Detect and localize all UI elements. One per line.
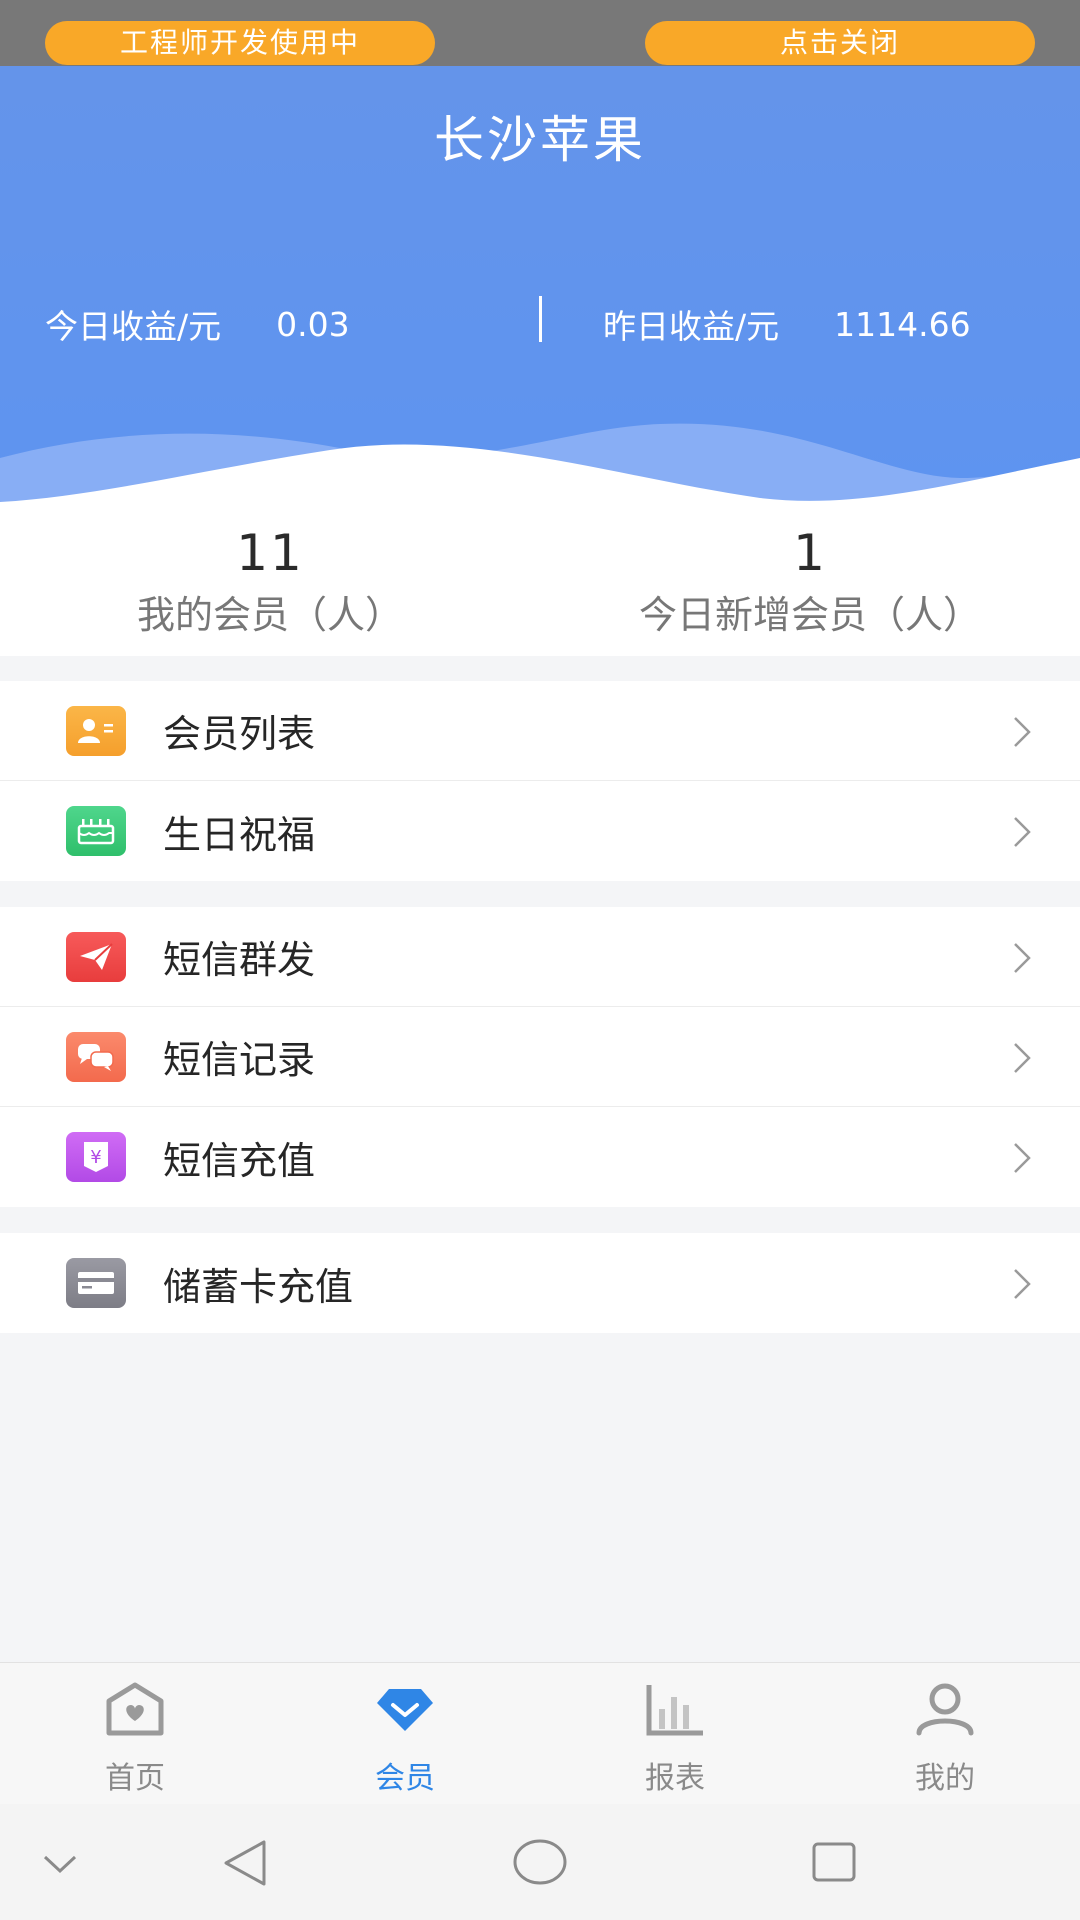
chevron-right-icon <box>1014 1043 1031 1073</box>
menu-item-label: 短信记录 <box>163 1038 316 1082</box>
chevron-right-icon <box>1014 943 1031 973</box>
dev-close-button[interactable]: 点击关闭 <box>645 21 1035 65</box>
menu-item-member-list[interactable]: 会员列表 <box>0 681 1080 781</box>
tab-members[interactable]: 会员 <box>270 1663 540 1805</box>
earnings-divider <box>539 296 542 342</box>
tab-reports[interactable]: 报表 <box>540 1663 810 1805</box>
cake-icon <box>66 806 126 856</box>
menu-group-members: 会员列表 生日祝福 <box>0 681 1080 881</box>
bar-chart-icon <box>646 1685 703 1736</box>
yuan-symbol: ¥ <box>90 1147 101 1168</box>
dev-banner: 工程师开发使用中 点击关闭 <box>0 0 1080 66</box>
back-triangle-icon[interactable] <box>222 1838 270 1888</box>
my-members-count: 11 <box>236 524 304 582</box>
tab-profile[interactable]: 我的 <box>810 1663 1080 1805</box>
menu-item-sms-records[interactable]: 短信记录 <box>0 1007 1080 1107</box>
today-earnings-label: 今日收益/元 <box>45 307 222 346</box>
yesterday-earnings-value: 1114.66 <box>834 304 971 344</box>
chevron-down-icon[interactable] <box>42 1854 78 1876</box>
menu-group-card: 储蓄卡充值 <box>0 1233 1080 1333</box>
recents-square-icon[interactable] <box>812 1842 856 1882</box>
menu-item-sms-bulk[interactable]: 短信群发 <box>0 907 1080 1007</box>
chat-bubbles-icon <box>66 1032 126 1082</box>
new-members-stat[interactable]: 1 今日新增会员（人） <box>540 506 1080 639</box>
store-name: 长沙苹果 <box>434 111 646 169</box>
user-icon <box>916 1683 974 1736</box>
chevron-right-icon <box>1014 1143 1031 1173</box>
today-earnings-value: 0.03 <box>276 304 350 344</box>
menu-group-sms: 短信群发 短信记录 ¥ 短信充值 <box>0 907 1080 1207</box>
bank-card-icon <box>66 1258 126 1308</box>
tab-label: 首页 <box>105 1761 165 1796</box>
home-icon <box>106 1682 164 1736</box>
yuan-wallet-icon: ¥ <box>66 1132 126 1182</box>
new-members-label: 今日新增会员（人） <box>638 593 981 637</box>
menu-item-label: 短信充值 <box>163 1138 316 1183</box>
my-members-label: 我的会员（人） <box>136 593 403 637</box>
yesterday-earnings-label: 昨日收益/元 <box>603 307 780 346</box>
today-earnings: 今日收益/元 0.03 <box>45 300 350 348</box>
chevron-right-icon <box>1014 717 1031 747</box>
paper-plane-icon <box>66 932 126 982</box>
menu-item-label: 生日祝福 <box>163 812 316 857</box>
my-members-stat[interactable]: 11 我的会员（人） <box>0 506 540 639</box>
tab-home[interactable]: 首页 <box>0 1663 270 1805</box>
yesterday-earnings: 昨日收益/元 1114.66 <box>603 300 971 348</box>
tab-label: 我的 <box>915 1761 975 1796</box>
tab-label: 报表 <box>645 1761 705 1796</box>
new-members-count: 1 <box>793 524 827 582</box>
home-circle-icon[interactable] <box>512 1838 568 1886</box>
tab-label: 会员 <box>375 1761 435 1796</box>
store-header: 长沙苹果 今日收益/元 0.03 昨日收益/元 1114.66 <box>0 66 1080 506</box>
menu-item-label: 储蓄卡充值 <box>163 1264 354 1309</box>
menu-item-sms-recharge[interactable]: ¥ 短信充值 <box>0 1107 1080 1207</box>
menu-item-card-recharge[interactable]: 储蓄卡充值 <box>0 1233 1080 1333</box>
bottom-tab-bar: 首页 会员 报表 我的 <box>0 1662 1080 1804</box>
chevron-right-icon <box>1014 1269 1031 1299</box>
menu-item-birthday[interactable]: 生日祝福 <box>0 781 1080 881</box>
member-card-icon <box>66 706 126 756</box>
menu-item-label: 短信群发 <box>163 938 316 982</box>
system-nav-bar <box>0 1804 1080 1920</box>
menu-item-label: 会员列表 <box>163 712 316 756</box>
dev-status-pill: 工程师开发使用中 <box>45 21 435 65</box>
chevron-right-icon <box>1014 817 1031 847</box>
member-stats: 11 我的会员（人） 1 今日新增会员（人） <box>0 506 1080 656</box>
diamond-icon <box>377 1689 433 1731</box>
